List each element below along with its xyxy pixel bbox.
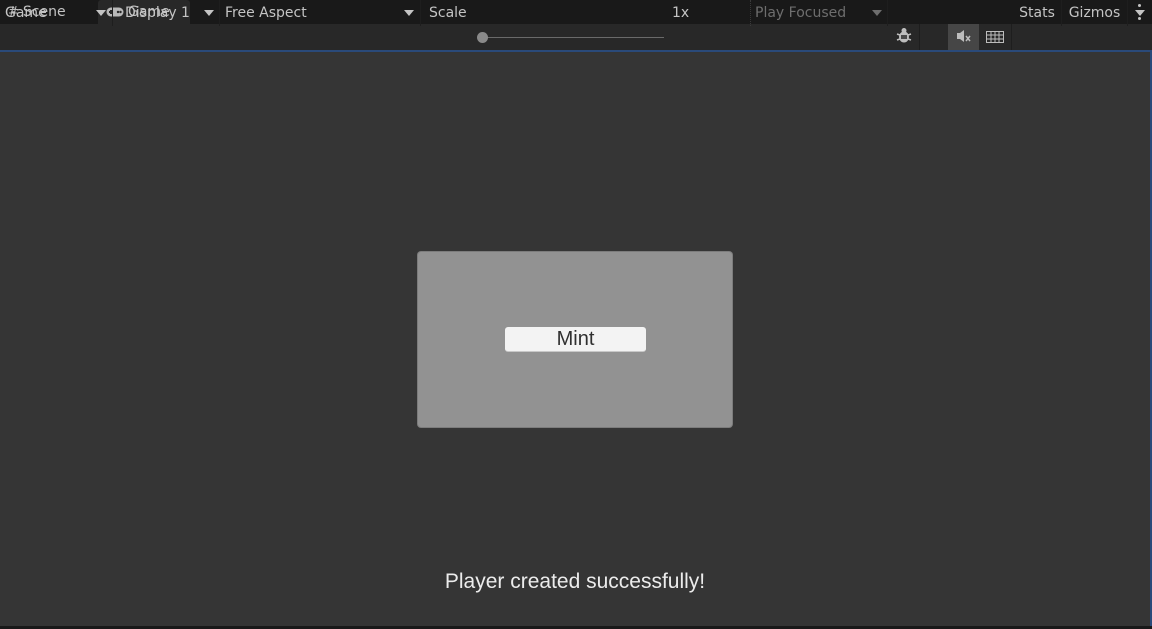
keyboard-icon	[986, 28, 1004, 47]
shortcuts-button[interactable]	[979, 24, 1012, 50]
mint-button[interactable]: Mint	[505, 327, 646, 352]
gizmos-dropdown[interactable]	[1128, 0, 1152, 26]
stats-button[interactable]: Stats	[1013, 0, 1062, 26]
chevron-down-icon	[872, 10, 882, 16]
chevron-down-icon	[96, 10, 106, 16]
status-message: Player created successfully!	[444, 570, 706, 593]
stats-label: Stats	[1019, 5, 1055, 21]
scale-label: Scale	[429, 5, 467, 21]
debug-button[interactable]	[888, 24, 920, 50]
display-select-value: Display 1	[125, 5, 190, 21]
view-select[interactable]: Game	[0, 0, 113, 26]
gizmos-label: Gizmos	[1068, 5, 1121, 21]
aspect-select[interactable]: Free Aspect	[220, 0, 421, 26]
mint-button-label: Mint	[556, 327, 595, 350]
play-mode-select[interactable]: Play Focused	[751, 0, 888, 26]
scale-control: Scale 1x	[421, 0, 751, 26]
aspect-select-value: Free Aspect	[225, 5, 307, 21]
scale-value: 1x	[672, 5, 690, 21]
display-select[interactable]: Display 1	[113, 0, 220, 26]
view-select-value: Game	[5, 5, 47, 21]
mute-audio-icon	[956, 28, 972, 47]
play-mode-select-value: Play Focused	[755, 5, 847, 21]
chevron-down-icon	[204, 10, 214, 16]
mute-audio-button[interactable]	[948, 24, 979, 50]
chevron-down-icon	[1135, 10, 1145, 16]
scale-slider-handle[interactable]	[477, 32, 488, 43]
gizmos-button[interactable]: Gizmos	[1062, 0, 1128, 26]
scale-slider-track[interactable]	[484, 37, 664, 38]
chevron-down-icon	[404, 10, 414, 16]
bug-icon	[895, 26, 913, 48]
